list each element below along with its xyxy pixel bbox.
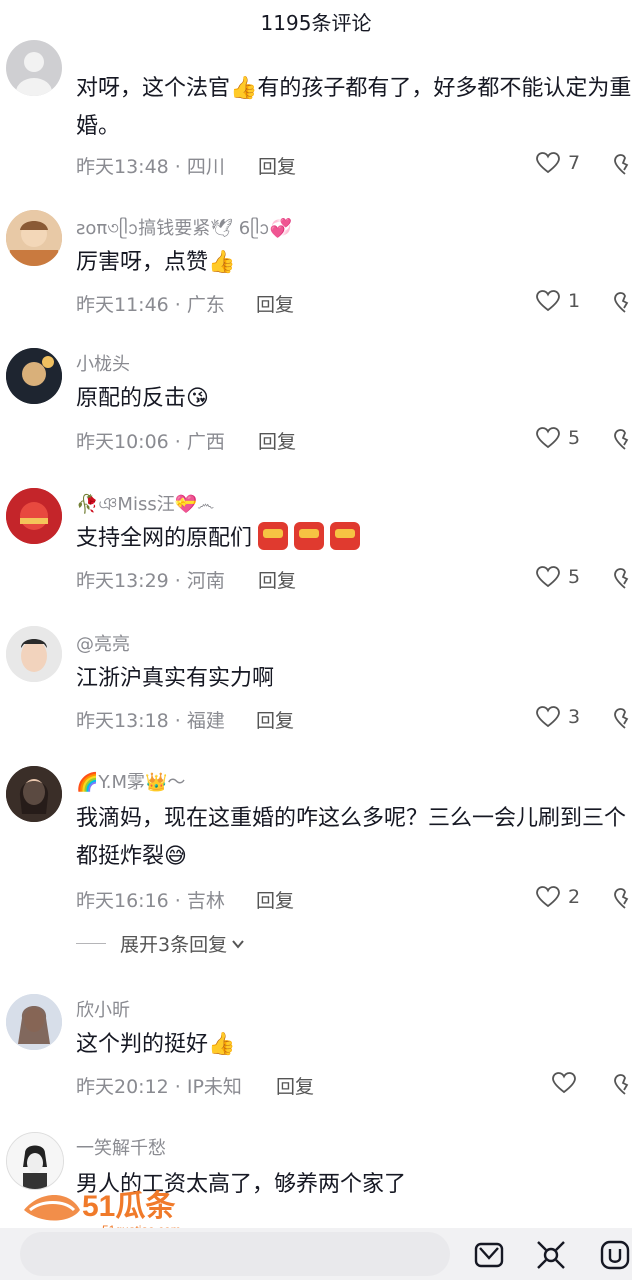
comment-username[interactable]: 小栊头: [76, 350, 130, 376]
comment-time-location: 昨天20:12 · IP未知: [76, 1076, 242, 1098]
image-icon[interactable]: [472, 1238, 506, 1272]
comment-username[interactable]: ƨoπ৩ᥫᩣ搞钱要紧🕊 6ᥫᩣ💞: [76, 214, 292, 245]
comment-time-location: 昨天13:18 · 福建: [76, 710, 225, 732]
emoji-icon[interactable]: [598, 1238, 632, 1272]
comment-text[interactable]: 支持全网的原配们: [76, 520, 632, 558]
comment-text[interactable]: 江浙沪真实有实力啊: [76, 660, 632, 698]
heart-icon: [536, 290, 560, 312]
avatar[interactable]: [6, 210, 62, 266]
dislike-icon[interactable]: [614, 888, 632, 910]
like-count: 5: [568, 566, 581, 588]
avatar[interactable]: [6, 348, 62, 404]
comment-text[interactable]: 我滴妈，现在这重婚的咋这么多呢？三么一会儿刷到三个都挺炸裂😅: [76, 800, 632, 876]
red-packet-emoji: [258, 522, 289, 550]
reply-button[interactable]: 回复: [258, 566, 296, 593]
comment-username[interactable]: 🥀ঞMiss汪💝෴: [76, 490, 214, 521]
dislike-icon[interactable]: [614, 568, 632, 590]
heart-icon: [552, 1072, 576, 1094]
comment-username[interactable]: 🌈Y.M雺👑～: [76, 768, 185, 794]
expand-replies-button[interactable]: 展开3条回复: [76, 930, 246, 957]
like-button[interactable]: 3: [536, 706, 580, 728]
dislike-icon[interactable]: [614, 292, 632, 314]
heart-icon: [536, 706, 560, 728]
comment-time-location: 昨天10:06 · 广西: [76, 431, 225, 453]
heart-icon: [536, 886, 560, 908]
comment-time-location: 昨天11:46 · 广东: [76, 294, 225, 316]
red-packet-emoji: [330, 522, 361, 550]
reply-button[interactable]: 回复: [276, 1072, 314, 1099]
avatar[interactable]: [6, 766, 62, 822]
chevron-down-icon: [232, 939, 244, 949]
comment-text[interactable]: 对呀，这个法官👍有的孩子都有了，好多都不能认定为重婚。: [76, 70, 632, 146]
comment-time-location: 昨天13:48 · 四川: [76, 156, 225, 178]
comment-time-location: 昨天13:29 · 河南: [76, 570, 225, 592]
like-count: 2: [568, 886, 581, 908]
red-packet-emoji: [294, 522, 325, 550]
expand-replies-label: 展开3条回复: [120, 934, 228, 956]
comment-text[interactable]: 原配的反击😘: [76, 380, 632, 418]
dislike-icon[interactable]: [614, 1074, 632, 1096]
dislike-icon[interactable]: [614, 429, 632, 451]
like-button[interactable]: 1: [536, 290, 580, 312]
comment-time-location: 昨天16:16 · 吉林: [76, 890, 225, 912]
comment-text[interactable]: 厉害呀，点赞👍: [76, 244, 632, 282]
heart-icon: [536, 152, 560, 174]
reply-button[interactable]: 回复: [256, 290, 294, 317]
reply-button[interactable]: 回复: [256, 886, 294, 913]
reply-button[interactable]: 回复: [258, 152, 296, 179]
like-count: 7: [568, 152, 581, 174]
comment-username[interactable]: 欣小昕: [76, 996, 130, 1022]
like-button[interactable]: 7: [536, 152, 580, 174]
like-count: 1: [568, 290, 581, 312]
reply-button[interactable]: 回复: [258, 427, 296, 454]
avatar[interactable]: [6, 40, 62, 96]
page-title: 1195条评论: [260, 11, 372, 35]
like-count: 3: [568, 706, 581, 728]
dislike-icon[interactable]: [614, 708, 632, 730]
like-count: 5: [568, 427, 581, 449]
avatar[interactable]: [6, 488, 62, 544]
comment-text-content: 支持全网的原配们: [76, 526, 253, 551]
comment-input[interactable]: [20, 1232, 450, 1276]
at-icon[interactable]: [534, 1238, 568, 1272]
reply-button[interactable]: 回复: [256, 706, 294, 733]
heart-icon: [536, 566, 560, 588]
comment-username[interactable]: @亮亮: [76, 630, 130, 656]
like-button[interactable]: [552, 1072, 584, 1094]
comment-username[interactable]: 一笑解千愁: [76, 1134, 166, 1160]
heart-icon: [536, 427, 560, 449]
avatar[interactable]: [6, 994, 62, 1050]
avatar[interactable]: [6, 626, 62, 682]
divider-line: [76, 943, 106, 944]
comment-text[interactable]: 这个判的挺好👍: [76, 1026, 632, 1064]
watermark-brand: 51瓜条: [82, 1190, 175, 1223]
dislike-icon[interactable]: [614, 154, 632, 176]
like-button[interactable]: 5: [536, 566, 580, 588]
like-button[interactable]: 2: [536, 886, 580, 908]
like-button[interactable]: 5: [536, 427, 580, 449]
